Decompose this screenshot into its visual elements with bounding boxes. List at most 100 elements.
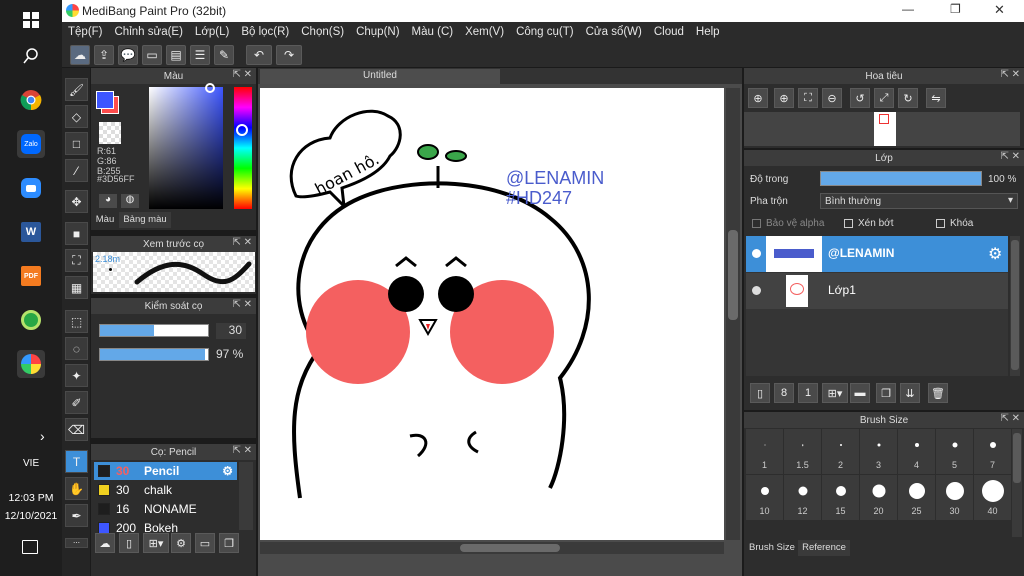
document-tab[interactable]: Untitled <box>260 69 500 84</box>
brush-tool-icon[interactable]: 🖌 <box>65 78 88 101</box>
brush-size-cell[interactable]: 7 <box>974 429 1012 475</box>
saturation-value-picker[interactable] <box>149 87 223 209</box>
reference-tab[interactable]: Reference <box>798 540 850 556</box>
zalo-icon[interactable]: Zalo <box>17 130 45 158</box>
more-tools-icon[interactable]: ⋯ <box>65 538 88 548</box>
menu-item[interactable]: Cửa sổ(W) <box>580 26 648 38</box>
add-layer-menu-icon[interactable]: ⊞▾ <box>822 383 848 403</box>
rotate-left-icon[interactable]: ↺ <box>850 88 870 108</box>
merge-layer-icon[interactable]: ⇊ <box>900 383 920 403</box>
zoom-out-icon[interactable]: ⊖ <box>822 88 842 108</box>
undo-icon[interactable]: ↶ <box>246 45 272 65</box>
panel-controls-icon[interactable]: ⇱ ✕ <box>232 299 252 310</box>
menu-item[interactable]: Cloud <box>648 26 690 38</box>
new-brush-icon[interactable]: ▯ <box>119 533 139 553</box>
medibang-taskbar-icon[interactable] <box>17 350 45 378</box>
rotate-right-icon[interactable]: ↻ <box>898 88 918 108</box>
primary-color-swatch[interactable] <box>96 91 114 109</box>
layer-opacity-slider[interactable] <box>820 171 982 186</box>
zoom-icon[interactable] <box>17 174 45 202</box>
palette-icon[interactable]: ◕ <box>99 194 117 208</box>
magic-wand-icon[interactable]: ✦ <box>65 364 88 387</box>
brush-size-cell[interactable]: 5 <box>936 429 974 475</box>
vertical-scrollbar[interactable] <box>726 88 740 540</box>
vertical-scroll-thumb[interactable] <box>728 230 738 320</box>
brush-list-scrollbar[interactable] <box>239 462 253 530</box>
brush-list-item[interactable]: 16 NONAME <box>94 500 237 518</box>
menu-item[interactable]: Chỉnh sửa(E) <box>109 26 189 38</box>
lasso-icon[interactable]: ◌ <box>65 337 88 360</box>
select-eraser-icon[interactable]: ⌫ <box>65 418 88 441</box>
speech-bubble-icon[interactable]: 💬 <box>118 45 138 65</box>
color-tab[interactable]: Màu <box>91 212 119 228</box>
cloud-brush-icon[interactable]: ☁ <box>95 533 115 553</box>
brush-size-cell[interactable]: 1 <box>746 429 784 475</box>
menu-item[interactable]: Bộ lọc(R) <box>235 26 295 38</box>
brush-size-cell[interactable]: 4 <box>898 429 936 475</box>
panel-controls-icon[interactable]: ⇱ ✕ <box>1000 413 1020 424</box>
menu-item[interactable]: Help <box>690 26 726 38</box>
lock-checkbox[interactable] <box>936 219 945 228</box>
chrome-icon[interactable] <box>17 86 45 114</box>
horizontal-scroll-thumb[interactable] <box>460 544 560 552</box>
sv-cursor[interactable] <box>205 83 215 93</box>
select-pen-icon[interactable]: ✐ <box>65 391 88 414</box>
eyedropper-icon[interactable]: ✒ <box>65 504 88 527</box>
new-halftone-layer-icon[interactable]: 8 <box>774 383 794 403</box>
brush-settings-icon[interactable]: ⚙ <box>222 464 233 478</box>
new-layer-icon[interactable]: ▯ <box>750 383 770 403</box>
brush-size-cell[interactable]: 20 <box>860 475 898 521</box>
hue-slider[interactable] <box>234 87 252 209</box>
layer-row[interactable]: @LENAMIN ⚙ <box>746 236 1008 272</box>
rectangle-tool-icon[interactable]: □ <box>65 132 88 155</box>
delete-layer-icon[interactable]: 🗑 <box>928 383 948 403</box>
windows-start-icon[interactable] <box>17 6 45 34</box>
eraser-tool-icon[interactable]: ◇ <box>65 105 88 128</box>
brush-size-scrollbar[interactable] <box>1012 429 1022 537</box>
zoom-in-icon[interactable]: ⊕ <box>748 88 768 108</box>
clock-time[interactable]: 12:03 PM <box>0 492 62 504</box>
new-1bit-layer-icon[interactable]: 1 <box>798 383 818 403</box>
brush-size-cell[interactable]: 10 <box>746 475 784 521</box>
bucket-tool-icon[interactable]: ⛶ <box>65 249 88 272</box>
edit-list-icon[interactable]: ✎ <box>214 45 234 65</box>
menu-item[interactable]: Xem(V) <box>459 26 510 38</box>
list-icon[interactable]: ☰ <box>190 45 210 65</box>
layer-row[interactable]: Lớp1 <box>746 273 1008 309</box>
language-indicator[interactable]: VIE <box>23 458 39 469</box>
move-tool-icon[interactable]: ✥ <box>65 190 88 213</box>
share-icon[interactable]: ⇪ <box>94 45 114 65</box>
brush-size-cell[interactable]: 1.5 <box>784 429 822 475</box>
drawing-canvas[interactable]: hoan hô. @LENAMIN #HD247 <box>260 88 724 540</box>
brush-size-cell[interactable]: 2 <box>822 429 860 475</box>
pdf-icon[interactable]: PDF <box>17 262 45 290</box>
minimize-button[interactable]: — <box>902 2 914 16</box>
word-icon[interactable]: W <box>17 218 45 246</box>
panel-controls-icon[interactable]: ⇱ ✕ <box>232 69 252 80</box>
brush-size-cell[interactable]: 25 <box>898 475 936 521</box>
layer-scrollbar[interactable] <box>1010 236 1020 376</box>
transparent-swatch[interactable] <box>99 122 121 144</box>
protect-alpha-checkbox[interactable] <box>752 219 761 228</box>
layer-settings-icon[interactable]: ⚙ <box>988 244 1002 264</box>
flip-icon[interactable]: ⇋ <box>926 88 946 108</box>
blend-mode-select[interactable]: Bình thường ▾ <box>820 193 1018 209</box>
add-brush-menu-icon[interactable]: ⊞▾ <box>143 533 169 553</box>
visibility-icon[interactable] <box>752 286 761 295</box>
page-icon[interactable]: ▤ <box>166 45 186 65</box>
folder-icon[interactable]: ▭ <box>195 533 215 553</box>
close-button[interactable]: ✕ <box>994 2 1005 18</box>
app-green-icon[interactable] <box>17 306 45 334</box>
fill-rect-tool-icon[interactable]: ■ <box>65 222 88 245</box>
palette-tab[interactable]: Bảng màu <box>119 212 171 228</box>
duplicate-brush-icon[interactable]: ❐ <box>219 533 239 553</box>
panel-controls-icon[interactable]: ⇱ ✕ <box>232 445 252 456</box>
brush-settings-icon[interactable]: ⚙ <box>171 533 191 553</box>
duplicate-layer-icon[interactable]: ❐ <box>876 383 896 403</box>
panel-controls-icon[interactable]: ⇱ ✕ <box>1000 69 1020 80</box>
brush-size-cell[interactable]: 30 <box>936 475 974 521</box>
brush-size-value[interactable]: 30 <box>216 323 246 339</box>
maximize-button[interactable]: ❐ <box>950 2 961 16</box>
fullscreen-icon[interactable]: ⤢ <box>874 88 894 108</box>
dot-tool-icon[interactable]: ⁄ <box>65 159 88 182</box>
